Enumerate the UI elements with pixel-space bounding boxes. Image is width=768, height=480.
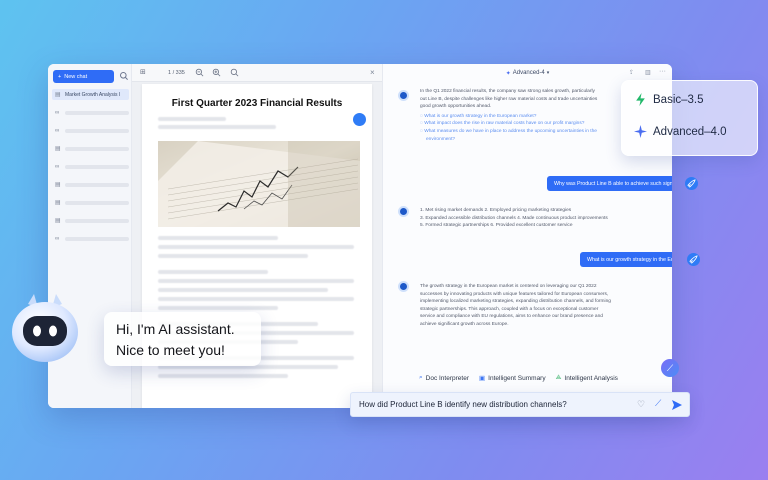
analysis-icon: ⟁ — [555, 374, 562, 381]
more-icon[interactable]: ··· — [659, 68, 666, 75]
user-avatar — [687, 253, 700, 266]
rocket-icon — [687, 179, 696, 188]
sidebar-item[interactable]: ∞ — [52, 233, 129, 244]
grid-view-icon[interactable]: ⊞ — [140, 68, 146, 76]
document-title: First Quarter 2023 Financial Results — [171, 98, 343, 109]
sidebar-item[interactable]: ∞ — [52, 107, 129, 118]
user-message: Why was Product Line B able to achieve s… — [547, 176, 672, 191]
model-option-advanced[interactable]: Advanced–4.0 — [634, 125, 727, 138]
sidebar-item[interactable]: ▤ — [52, 143, 129, 154]
intelligent-analysis-button[interactable]: ⟁ Intelligent Analysis — [556, 374, 618, 382]
suggested-question-link[interactable]: ◌ What measures do we have in place to a… — [420, 128, 630, 136]
page-indicator: 1 / 335 — [168, 70, 185, 76]
search-document-icon[interactable] — [230, 68, 239, 77]
link-icon: ∞ — [55, 163, 60, 170]
sparkle-icon — [634, 125, 647, 138]
sidebar-item-active[interactable]: ▤ Market Growth Analysis I — [52, 89, 129, 100]
assistant-message: In the Q1 2022 financial results, the co… — [420, 88, 630, 143]
doc-icon: ▤ — [55, 145, 61, 152]
doc-icon: ▤ — [55, 181, 61, 188]
assistant-avatar — [398, 281, 409, 292]
link-icon: ∞ — [55, 235, 60, 242]
sidebar-item[interactable]: ▤ — [52, 179, 129, 190]
tools-row: ⌕ Doc Interpreter ▣ Intelligent Summary ⟁ I… — [419, 374, 618, 382]
rocket-icon — [689, 255, 698, 264]
suggested-question-link[interactable]: ◌ What is our growth strategy in the Eur… — [420, 113, 630, 121]
zoom-out-icon[interactable] — [195, 68, 204, 77]
link-icon: ∞ — [55, 127, 60, 134]
intelligent-summary-button[interactable]: ▣ Intelligent Summary — [479, 374, 546, 383]
magic-wand-icon[interactable]: ⟋ — [655, 398, 661, 409]
assistant-avatar — [398, 90, 409, 101]
doc-interpreter-icon: ⌕ — [419, 374, 423, 381]
model-options-card: Basic–3.5 Advanced–4.0 — [621, 80, 758, 156]
sparkle-icon: ✦ — [505, 70, 511, 77]
magic-wand-button[interactable]: ⟋ — [661, 359, 679, 377]
chat-input-bar: ♡ ⟋ — [350, 392, 690, 417]
greeting-bubble: Hi, I'm AI assistant. Nice to meet you! — [104, 312, 261, 366]
sidebar-item[interactable]: ∞ — [52, 161, 129, 172]
robot-mascot — [12, 294, 78, 362]
search-icon[interactable] — [119, 71, 129, 81]
doc-interpreter-button[interactable]: ⌕ Doc Interpreter — [419, 374, 469, 382]
send-icon[interactable] — [671, 399, 683, 411]
sidebar-item[interactable]: ▤ — [52, 215, 129, 226]
sidebar-item[interactable]: ▤ — [52, 197, 129, 208]
doc-icon: ▤ — [55, 91, 61, 98]
user-avatar — [685, 177, 698, 190]
doc-icon: ▤ — [55, 217, 61, 224]
plus-icon: + — [58, 73, 62, 80]
user-avatar — [353, 113, 366, 126]
summary-icon: ▣ — [479, 375, 486, 382]
user-message: What is our growth strategy in the Europ… — [580, 252, 672, 267]
chat-input[interactable] — [359, 400, 629, 409]
model-option-basic[interactable]: Basic–3.5 — [634, 93, 704, 106]
magic-wand-icon: ⟋ — [666, 362, 674, 373]
link-icon: ∞ — [55, 109, 60, 116]
lightbulb-icon[interactable]: ♡ — [637, 399, 645, 410]
chevron-down-icon: ▾ — [546, 70, 550, 76]
delete-icon[interactable]: ▥ — [645, 69, 651, 76]
assistant-message: 1. Met rising market demands 2. Employed… — [420, 208, 608, 229]
document-photo — [158, 141, 360, 227]
lightning-icon — [636, 93, 645, 106]
share-icon[interactable]: ⇪ — [629, 69, 634, 76]
document-toolbar: ⊞ 1 / 335 × — [132, 64, 382, 82]
sidebar-item[interactable]: ∞ — [52, 125, 129, 136]
doc-icon: ▤ — [55, 199, 61, 206]
suggested-question-link[interactable]: ◌ What impact does the rise in raw mater… — [420, 120, 630, 128]
assistant-avatar — [398, 206, 409, 217]
zoom-in-icon[interactable] — [212, 68, 221, 77]
new-chat-button[interactable]: + New chat — [53, 70, 114, 83]
close-document-icon[interactable]: × — [370, 68, 375, 77]
assistant-message: The growth strategy in the European mark… — [420, 284, 611, 327]
